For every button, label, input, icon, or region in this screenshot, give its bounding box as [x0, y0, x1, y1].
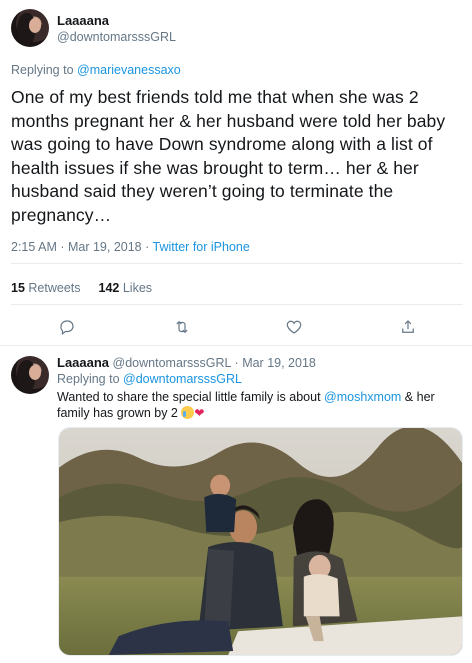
meta-separator: ·: [141, 240, 153, 254]
tweet-photo[interactable]: [58, 427, 463, 656]
share-icon: [402, 320, 414, 333]
avatar[interactable]: [11, 9, 49, 47]
tweet-meta: 2:15 AM · Mar 19, 2018 · Twitter for iPh…: [11, 240, 250, 254]
reply-button[interactable]: [56, 316, 78, 338]
divider: [0, 345, 472, 346]
crying-emoji-icon: [181, 405, 195, 419]
replying-to-link[interactable]: @marievanessaxo: [77, 63, 181, 77]
action-bar: [0, 316, 472, 340]
reply-date[interactable]: Mar 19, 2018: [242, 356, 316, 370]
reply-icon: [60, 320, 74, 335]
family-photo: [59, 428, 462, 655]
source-link[interactable]: Twitter for iPhone: [153, 240, 250, 254]
retweet-icon: [176, 320, 188, 334]
author-name[interactable]: Laaaana: [57, 13, 109, 28]
divider: [11, 263, 463, 264]
tweet-stats: 15 Retweets 142 Likes: [11, 281, 152, 295]
tweet-text: One of my best friends told me that when…: [11, 87, 446, 225]
heart-emoji-icon: ❤: [194, 405, 205, 420]
author-handle[interactable]: @downtomarsssGRL: [113, 356, 232, 370]
avatar[interactable]: [11, 356, 49, 394]
author-handle[interactable]: @downtomarsssGRL: [57, 30, 176, 44]
replying-prefix: Replying to: [11, 63, 74, 77]
mention-link[interactable]: @moshxmom: [324, 390, 401, 404]
replying-to-link[interactable]: @downtomarsssGRL: [123, 372, 242, 386]
likes-count: 142: [98, 281, 120, 295]
replying-prefix: Replying to: [57, 372, 120, 386]
reply-text-before: Wanted to share the special little famil…: [57, 390, 325, 404]
author-name[interactable]: Laaaana: [57, 355, 109, 370]
header-dot: ·: [234, 356, 239, 370]
like-button[interactable]: [283, 316, 305, 338]
likes-label: Likes: [122, 281, 153, 295]
timestamp[interactable]: 2:15 AM · Mar 19, 2018: [11, 240, 142, 254]
heart-icon: [286, 320, 302, 334]
retweets-count: 15: [11, 281, 25, 295]
divider: [11, 304, 463, 305]
retweets-stat[interactable]: 15 Retweets: [11, 281, 81, 295]
replying-to: Replying to @downtomarsssGRL: [57, 372, 242, 386]
reply-text: Wanted to share the special little famil…: [57, 390, 467, 421]
reply-header: Laaaana @downtomarsssGRL · Mar 19, 2018: [57, 355, 316, 370]
likes-stat[interactable]: 142 Likes: [99, 281, 153, 295]
retweet-button[interactable]: [171, 316, 193, 338]
retweets-label: Retweets: [28, 281, 81, 295]
share-button[interactable]: [397, 316, 419, 338]
replying-to: Replying to @marievanessaxo: [11, 63, 181, 77]
